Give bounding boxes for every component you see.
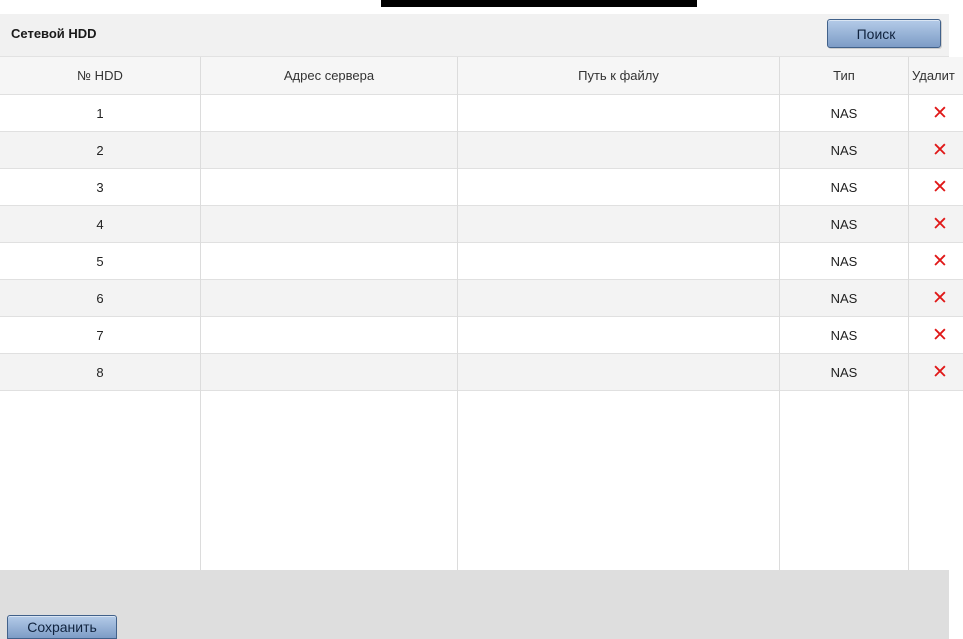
table-row: 8 NAS ✕ [0, 354, 963, 391]
column-divider [200, 57, 201, 570]
table-header: № HDD Адрес сервера Путь к файлу Тип Уда… [0, 57, 963, 95]
column-divider [908, 57, 909, 570]
column-header-type: Тип [833, 68, 855, 83]
cell-server-address[interactable] [201, 280, 457, 316]
close-icon[interactable]: ✕ [932, 288, 948, 308]
close-icon[interactable]: ✕ [932, 177, 948, 197]
cell-file-path[interactable] [458, 317, 779, 353]
panel-title: Сетевой HDD [11, 26, 97, 41]
delete-icon[interactable]: ✕ [909, 354, 963, 390]
top-black-bar [381, 0, 697, 7]
panel-header: Сетевой HDD [0, 14, 949, 57]
cell-type: NAS [830, 216, 858, 232]
cell-server-address[interactable] [201, 206, 457, 242]
delete-icon[interactable]: ✕ [909, 206, 963, 242]
delete-icon[interactable]: ✕ [909, 317, 963, 353]
table-row: 1 NAS ✕ [0, 95, 963, 132]
cell-hdd-number: 7 [96, 327, 104, 343]
cell-hdd-number: 6 [96, 290, 104, 306]
cell-hdd-number: 5 [96, 253, 104, 269]
column-header-file-path: Путь к файлу [578, 68, 659, 83]
table-row: 6 NAS ✕ [0, 280, 963, 317]
cell-file-path[interactable] [458, 95, 779, 131]
table-row: 2 NAS ✕ [0, 132, 963, 169]
cell-file-path[interactable] [458, 280, 779, 316]
table-row: 4 NAS ✕ [0, 206, 963, 243]
cell-server-address[interactable] [201, 243, 457, 279]
network-hdd-table: № HDD Адрес сервера Путь к файлу Тип Уда… [0, 57, 963, 570]
cell-server-address[interactable] [201, 169, 457, 205]
cell-type: NAS [830, 179, 858, 195]
close-icon[interactable]: ✕ [932, 251, 948, 271]
cell-file-path[interactable] [458, 354, 779, 390]
cell-type: NAS [830, 142, 858, 158]
cell-type: NAS [830, 253, 858, 269]
column-divider [779, 57, 780, 570]
cell-file-path[interactable] [458, 132, 779, 168]
delete-icon[interactable]: ✕ [909, 95, 963, 131]
cell-file-path[interactable] [458, 169, 779, 205]
close-icon[interactable]: ✕ [932, 362, 948, 382]
close-icon[interactable]: ✕ [932, 140, 948, 160]
column-header-server-address: Адрес сервера [283, 68, 375, 83]
delete-icon[interactable]: ✕ [909, 280, 963, 316]
close-icon[interactable]: ✕ [932, 214, 948, 234]
table-row: 5 NAS ✕ [0, 243, 963, 280]
table-row: 3 NAS ✕ [0, 169, 963, 206]
close-icon[interactable]: ✕ [932, 325, 948, 345]
cell-type: NAS [830, 290, 858, 306]
delete-icon[interactable]: ✕ [909, 132, 963, 168]
table-row: 7 NAS ✕ [0, 317, 963, 354]
cell-type: NAS [830, 105, 858, 121]
cell-server-address[interactable] [201, 95, 457, 131]
cell-hdd-number: 2 [96, 142, 104, 158]
cell-hdd-number: 3 [96, 179, 104, 195]
cell-hdd-number: 1 [96, 105, 104, 121]
column-header-hdd-number: № HDD [77, 68, 123, 83]
column-header-delete: Удалит [912, 68, 955, 83]
cell-server-address[interactable] [201, 354, 457, 390]
cell-hdd-number: 4 [96, 216, 104, 232]
footer-bar [0, 570, 949, 639]
cell-server-address[interactable] [201, 317, 457, 353]
cell-server-address[interactable] [201, 132, 457, 168]
cell-hdd-number: 8 [96, 364, 104, 380]
cell-file-path[interactable] [458, 243, 779, 279]
delete-icon[interactable]: ✕ [909, 243, 963, 279]
search-button[interactable]: Поиск [827, 19, 941, 48]
cell-file-path[interactable] [458, 206, 779, 242]
close-icon[interactable]: ✕ [932, 103, 948, 123]
cell-type: NAS [830, 364, 858, 380]
cell-type: NAS [830, 327, 858, 343]
save-button[interactable]: Сохранить [7, 615, 117, 639]
delete-icon[interactable]: ✕ [909, 169, 963, 205]
column-divider [457, 57, 458, 570]
